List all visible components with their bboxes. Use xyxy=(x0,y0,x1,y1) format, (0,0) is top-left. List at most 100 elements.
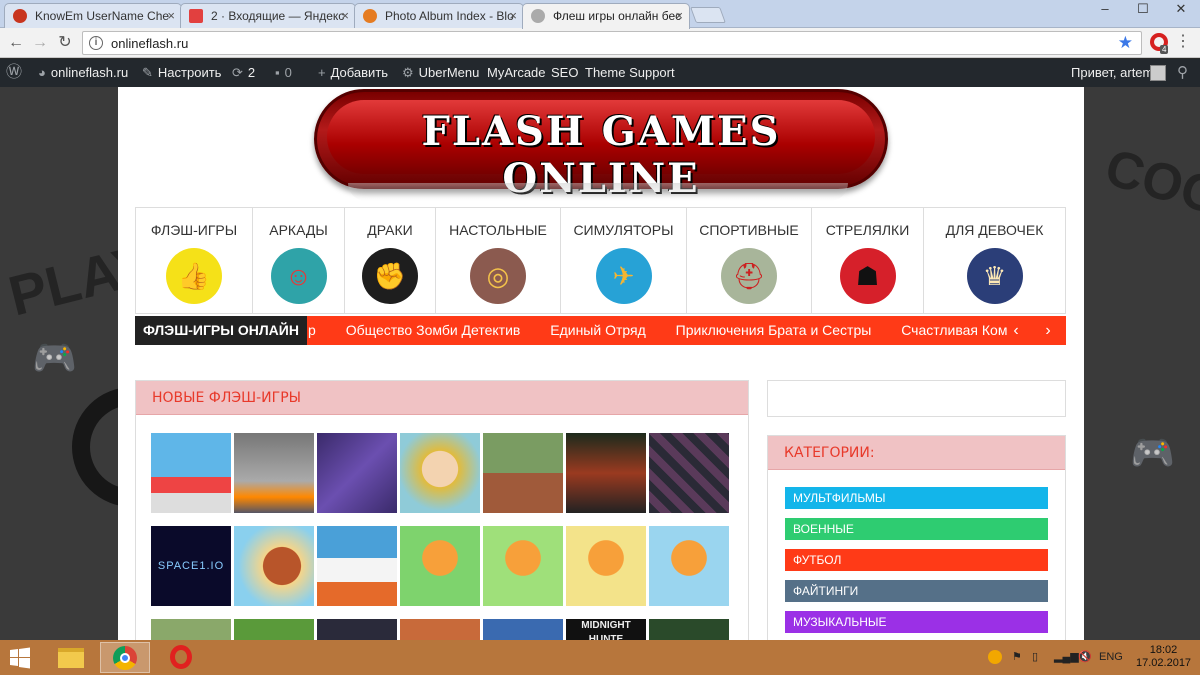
admin-theme-support-link[interactable]: Theme Support xyxy=(585,59,675,87)
category-link-fighting[interactable]: ФАЙТИНГИ xyxy=(785,580,1048,602)
close-window-icon[interactable]: ✕ xyxy=(1162,0,1200,20)
game-thumbnail[interactable] xyxy=(317,619,397,640)
nav-item-board[interactable]: НАСТОЛЬНЫЕ ◎ xyxy=(436,208,561,313)
wordpress-logo-icon[interactable]: Ⓦ xyxy=(6,59,27,87)
admin-customize-label: Настроить xyxy=(157,65,222,80)
admin-myarcade-link[interactable]: MyArcade xyxy=(487,59,546,87)
chevron-right-icon[interactable]: › xyxy=(1038,316,1058,345)
nav-item-arcades[interactable]: АРКАДЫ ☺ xyxy=(253,208,345,313)
admin-site-label: onlineflash.ru xyxy=(50,65,129,80)
nav-item-sports[interactable]: СПОРТИВНЫЕ ⛑ xyxy=(687,208,812,313)
wp-admin-bar: Ⓦ ◕ onlineflash.ru ✎ Настроить ⟳ 2 ▪ 0 + Доба… xyxy=(0,59,1200,87)
nav-item-shooters[interactable]: СТРЕЛЯЛКИ ☗ xyxy=(812,208,924,313)
darth-vader-icon: ☗ xyxy=(839,248,896,304)
browser-menu-icon[interactable]: ⋮ xyxy=(1175,34,1191,50)
ticker-item[interactable]: р xyxy=(308,322,316,338)
taskbar-clock[interactable]: 18:02 17.02.2017 xyxy=(1136,644,1191,670)
sidebar-search-box[interactable] xyxy=(767,380,1066,417)
action-center-flag-icon[interactable]: ⚑ xyxy=(1012,640,1022,675)
category-link-military[interactable]: ВОЕННЫЕ xyxy=(785,518,1048,540)
site-logo[interactable]: FLASH GAMES ONLINE xyxy=(314,89,888,202)
chrome-taskbar-icon[interactable] xyxy=(100,642,150,673)
game-thumbnail[interactable] xyxy=(483,433,563,513)
search-icon[interactable]: ⚲ xyxy=(1177,59,1188,87)
ticker-label: ФЛЭШ-ИГРЫ ОНЛАЙН xyxy=(135,316,307,345)
nav-item-fights[interactable]: ДРАКИ ✊ xyxy=(345,208,436,313)
game-thumbnail[interactable] xyxy=(566,433,646,513)
ticker-item[interactable]: Общество Зомби Детектив xyxy=(346,322,521,338)
game-thumbnail[interactable] xyxy=(317,433,397,513)
keyboard-language[interactable]: ENG xyxy=(1099,640,1123,675)
admin-comments-link[interactable]: ▪ 0 xyxy=(275,59,292,87)
game-thumbnail[interactable] xyxy=(317,526,397,606)
address-bar[interactable]: i onlineflash.ru ★ xyxy=(82,31,1142,55)
site-info-icon[interactable]: i xyxy=(89,36,103,50)
game-thumbnail[interactable] xyxy=(566,526,646,606)
game-thumbnail[interactable] xyxy=(649,526,729,606)
bookmark-star-icon[interactable]: ★ xyxy=(1118,33,1133,53)
game-thumbnail[interactable] xyxy=(151,433,231,513)
game-thumbnail[interactable] xyxy=(400,619,480,640)
clock-time: 18:02 xyxy=(1149,644,1178,656)
category-link-cartoons[interactable]: МУЛЬТФИЛЬМЫ xyxy=(785,487,1048,509)
windows-taskbar: ⚑ ▯ ▂▄▆ 🔇 ENG 18:02 17.02.2017 xyxy=(0,640,1200,675)
minimize-window-icon[interactable]: – xyxy=(1086,0,1124,20)
network-signal-icon[interactable]: ▂▄▆ xyxy=(1054,640,1079,675)
nav-item-simulators[interactable]: СИМУЛЯТОРЫ ✈ xyxy=(561,208,687,313)
back-arrow-icon[interactable]: ← xyxy=(6,33,26,53)
category-link-music[interactable]: МУЗЫКАЛЬНЫЕ xyxy=(785,611,1048,633)
forward-arrow-icon[interactable]: → xyxy=(30,33,50,53)
battery-icon[interactable]: ▯ xyxy=(1032,640,1038,675)
game-thumbnail[interactable]: SPACE1.IO xyxy=(151,526,231,606)
admin-seo-link[interactable]: SEO xyxy=(551,59,578,87)
nav-item-label: ДРАКИ xyxy=(367,222,413,238)
windows-start-icon[interactable] xyxy=(0,642,40,673)
new-tab-button[interactable] xyxy=(690,7,726,23)
reload-icon[interactable]: ↻ xyxy=(55,33,75,53)
ticker-item[interactable]: Приключения Брата и Сестры xyxy=(676,322,872,338)
opera-taskbar-icon[interactable] xyxy=(156,642,206,673)
browser-tab[interactable]: Photo Album Index - Blo × xyxy=(354,3,524,29)
admin-updates-link[interactable]: ⟳ 2 xyxy=(232,59,255,87)
browser-tab[interactable]: 2 · Входящие — Яндекс × xyxy=(180,3,356,29)
admin-ubermenu-link[interactable]: ⚙ UberMenu xyxy=(402,59,479,87)
ticker-item[interactable]: Счастливая Комната xyxy=(901,322,1008,338)
game-thumbnail[interactable] xyxy=(483,619,563,640)
refresh-icon: ⟳ xyxy=(232,65,243,80)
close-tab-icon[interactable]: × xyxy=(509,4,517,28)
admin-greeting[interactable]: Привет, artem xyxy=(1071,59,1153,87)
game-thumbnail[interactable] xyxy=(400,433,480,513)
game-thumbnail[interactable]: MIDNIGHT HUNTE xyxy=(566,619,646,640)
game-thumbnail[interactable] xyxy=(649,619,729,640)
url-text[interactable]: onlineflash.ru xyxy=(111,36,188,51)
tray-app-icon[interactable] xyxy=(988,650,1002,664)
sidebar-categories-box: КАТЕГОРИИ: МУЛЬТФИЛЬМЫ ВОЕННЫЕ ФУТБОЛ ФА… xyxy=(767,435,1066,640)
avatar[interactable] xyxy=(1150,65,1166,81)
close-tab-icon[interactable]: × xyxy=(341,4,349,28)
game-thumbnail[interactable] xyxy=(234,526,314,606)
close-tab-icon[interactable]: × xyxy=(167,4,175,28)
browser-tab[interactable]: KnowEm UserName Che × xyxy=(4,3,182,29)
close-tab-icon[interactable]: × xyxy=(675,4,683,28)
game-thumbnail[interactable] xyxy=(234,619,314,640)
nav-item-for-girls[interactable]: ДЛЯ ДЕВОЧЕК ♛ xyxy=(924,208,1065,313)
game-thumbnail[interactable] xyxy=(649,433,729,513)
game-thumbnail[interactable] xyxy=(151,619,231,640)
admin-site-link[interactable]: ◕ onlineflash.ru xyxy=(38,59,128,87)
game-thumbnail[interactable] xyxy=(234,433,314,513)
opera-extension-icon[interactable]: 4 xyxy=(1150,33,1169,54)
knowem-favicon-icon xyxy=(13,9,27,23)
game-thumbnail[interactable] xyxy=(400,526,480,606)
volume-muted-icon[interactable]: 🔇 xyxy=(1078,640,1092,675)
admin-add-new-link[interactable]: + Добавить xyxy=(318,59,388,87)
chevron-left-icon[interactable]: ‹ xyxy=(1006,316,1026,345)
category-link-football[interactable]: ФУТБОЛ xyxy=(785,549,1048,571)
princess-icon: ♛ xyxy=(966,248,1023,304)
nav-item-flash-games[interactable]: ФЛЭШ-ИГРЫ 👍 xyxy=(136,208,253,313)
maximize-window-icon[interactable]: ☐ xyxy=(1124,0,1162,20)
admin-customize-link[interactable]: ✎ Настроить xyxy=(142,59,221,87)
file-explorer-icon[interactable] xyxy=(46,642,96,673)
ticker-item[interactable]: Единый Отряд xyxy=(550,322,646,338)
game-thumbnail[interactable] xyxy=(483,526,563,606)
browser-tab-active[interactable]: Флеш игры онлайн бес × xyxy=(522,3,690,29)
